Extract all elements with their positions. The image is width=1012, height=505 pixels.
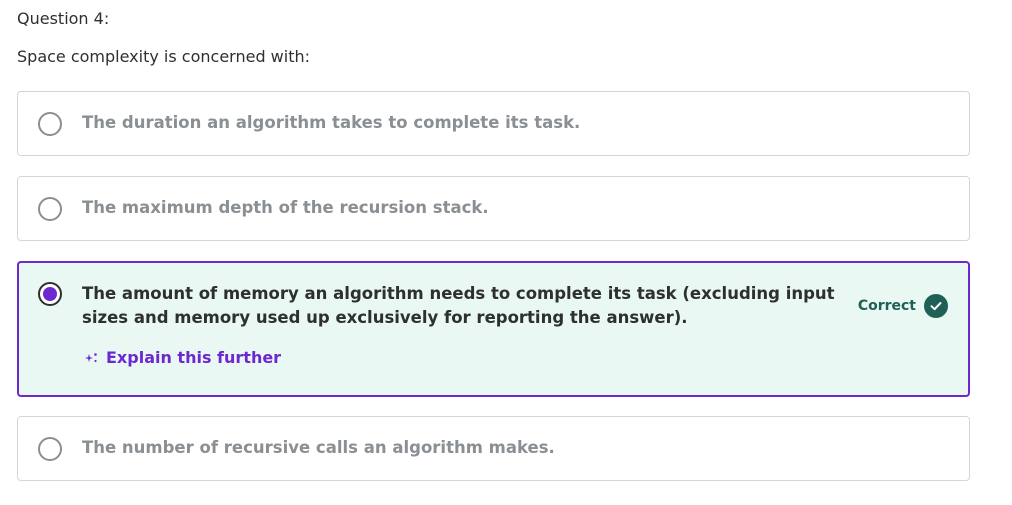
radio-button[interactable] (38, 112, 62, 136)
radio-button-selected[interactable] (38, 282, 62, 306)
sparkle-icon (85, 352, 97, 362)
answer-option-text: The maximum depth of the recursion stack… (82, 198, 489, 217)
explain-further-link[interactable]: Explain this further (85, 348, 281, 367)
answer-option-3-selected[interactable]: The amount of memory an algorithm needs … (17, 261, 970, 397)
status-label: Correct (857, 298, 916, 314)
radio-button[interactable] (38, 437, 62, 461)
answer-option-text: The amount of memory an algorithm needs … (82, 284, 835, 327)
answer-option-1[interactable]: The duration an algorithm takes to compl… (17, 91, 970, 156)
answer-option-4[interactable]: The number of recursive calls an algorit… (17, 416, 970, 481)
answer-option-text: The number of recursive calls an algorit… (82, 438, 555, 457)
check-circle-icon (924, 294, 948, 318)
correct-status: Correct (858, 294, 948, 318)
answer-option-2[interactable]: The maximum depth of the recursion stack… (17, 176, 970, 241)
question-label: Question 4: (17, 9, 110, 28)
question-prompt: Space complexity is concerned with: (17, 47, 311, 66)
answer-option-text: The duration an algorithm takes to compl… (82, 113, 581, 132)
radio-button[interactable] (38, 197, 62, 221)
explain-further-label: Explain this further (106, 348, 282, 367)
